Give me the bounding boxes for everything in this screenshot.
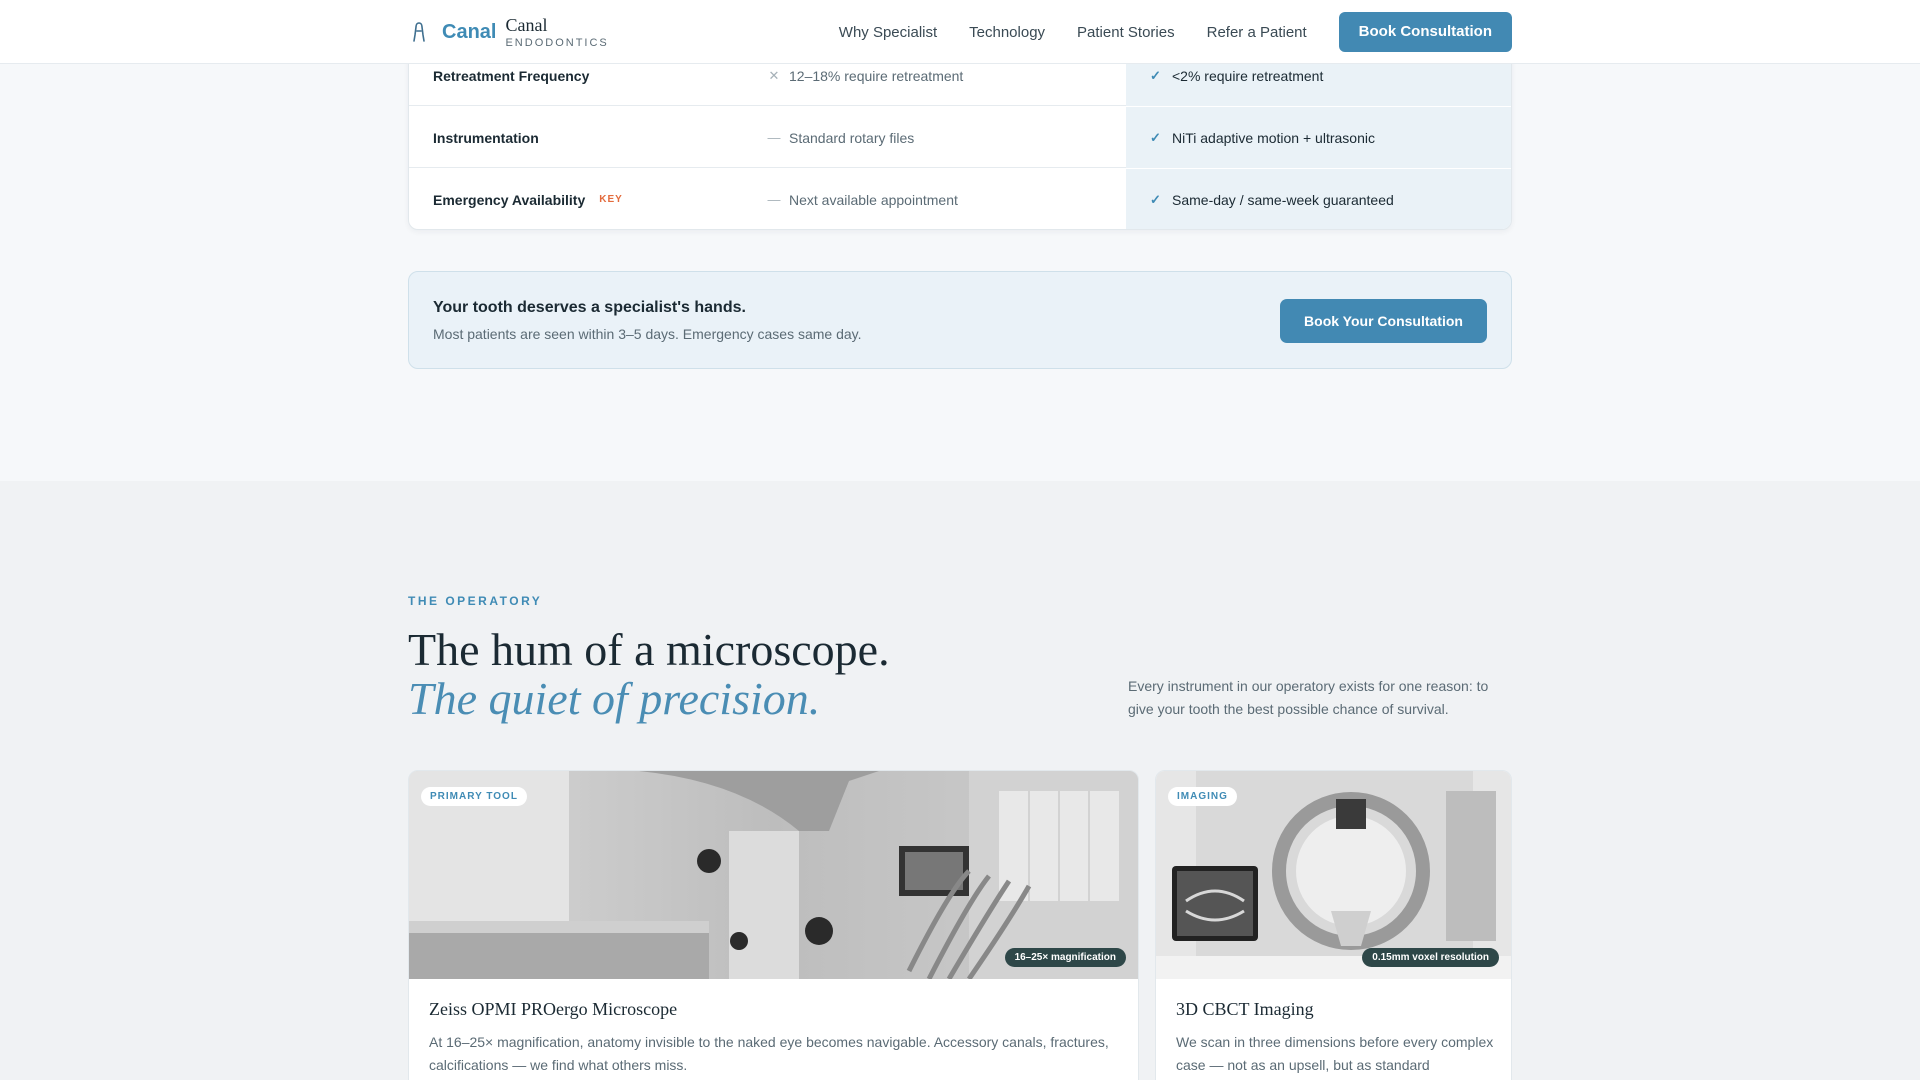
nav-link-patient-stories[interactable]: Patient Stories	[1077, 24, 1175, 41]
table-row: Instrumentation — Standard rotary files …	[409, 107, 1511, 168]
cbct-photo: IMAGING 0.15mm voxel resolution	[1156, 771, 1511, 979]
dash-icon: —	[767, 130, 781, 145]
section-heading: The hum of a microscope.	[408, 624, 890, 675]
top-nav: Canal Canal ENDODONTICS Why Specialist T…	[0, 0, 1920, 64]
logo-subtitle: ENDODONTICS	[505, 36, 609, 49]
general-value: 12–18% require retreatment	[789, 67, 964, 84]
section-eyebrow: THE OPERATORY	[408, 594, 543, 608]
key-badge: KEY	[599, 194, 623, 205]
x-icon: ✕	[768, 67, 780, 83]
logo-serif: Canal	[505, 14, 548, 35]
table-row: Emergency Availability KEY — Next availa…	[409, 169, 1511, 229]
nav-inner: Canal Canal ENDODONTICS Why Specialist T…	[408, 0, 1512, 64]
check-icon: ✓	[1150, 67, 1161, 83]
card-stat-badge: 16–25× magnification	[1004, 948, 1126, 967]
nav-link-technology[interactable]: Technology	[969, 24, 1045, 41]
tooth-icon	[408, 21, 430, 43]
microscope-photo: PRIMARY TOOL 16–25× magnification	[409, 771, 1138, 979]
card-title: 3D CBCT Imaging	[1176, 999, 1314, 1019]
card-tag: IMAGING	[1168, 787, 1237, 806]
cta-subtitle: Most patients are seen within 3–5 days. …	[433, 326, 862, 342]
row-label: Instrumentation	[433, 107, 539, 168]
logo-word: Canal	[442, 20, 497, 43]
dash-icon: —	[767, 192, 781, 207]
general-value: Standard rotary files	[789, 129, 915, 146]
check-icon: ✓	[1150, 191, 1161, 207]
general-value: Next available appointment	[789, 191, 958, 208]
specialist-cell: ✓ NiTi adaptive motion + ultrasonic	[1126, 107, 1511, 168]
card-tag: PRIMARY TOOL	[421, 787, 527, 806]
specialist-value: <2% require retreatment	[1172, 67, 1324, 84]
specialist-cell: ✓ Same-day / same-week guaranteed	[1126, 169, 1511, 229]
section-heading-italic: The quiet of precision.	[408, 673, 821, 724]
operatory-section: THE OPERATORY The hum of a microscope. T…	[0, 481, 1920, 1080]
cta-title: Your tooth deserves a specialist's hands…	[433, 299, 746, 316]
general-cell: — Next available appointment	[767, 169, 958, 229]
section-intro: Every instrument in our operatory exists…	[1128, 678, 1489, 717]
card-title: Zeiss OPMI PROergo Microscope	[429, 999, 678, 1019]
row-label-text: Emergency Availability	[433, 191, 586, 208]
row-label: Emergency Availability KEY	[433, 169, 623, 229]
specialist-value: Same-day / same-week guaranteed	[1172, 191, 1394, 208]
card-description: At 16–25× magnification, anatomy invisib…	[429, 1034, 1109, 1073]
nav-links: Why Specialist Technology Patient Storie…	[839, 12, 1512, 52]
book-your-consultation-button[interactable]: Book Your Consultation	[1280, 299, 1487, 343]
card-stat-badge: 0.15mm voxel resolution	[1362, 948, 1499, 967]
check-icon: ✓	[1150, 129, 1161, 145]
nav-link-why-specialist[interactable]: Why Specialist	[839, 24, 937, 41]
logo[interactable]: Canal Canal ENDODONTICS	[408, 16, 609, 49]
card-description: We scan in three dimensions before every…	[1176, 1034, 1494, 1073]
nav-link-refer-a-patient[interactable]: Refer a Patient	[1207, 24, 1307, 41]
specialist-value: NiTi adaptive motion + ultrasonic	[1172, 129, 1375, 146]
logo-stack: Canal ENDODONTICS	[505, 16, 608, 49]
cbct-card[interactable]: IMAGING 0.15mm voxel resolution 3D CBCT …	[1155, 770, 1512, 1080]
book-consultation-button[interactable]: Book Consultation	[1338, 12, 1512, 52]
row-label-text: Instrumentation	[433, 129, 539, 146]
cta-banner: Your tooth deserves a specialist's hands…	[408, 271, 1512, 369]
row-label-text: Retreatment Frequency	[433, 67, 590, 84]
microscope-card[interactable]: PRIMARY TOOL 16–25× magnification Zeiss …	[408, 770, 1139, 1080]
general-cell: — Standard rotary files	[767, 107, 915, 168]
